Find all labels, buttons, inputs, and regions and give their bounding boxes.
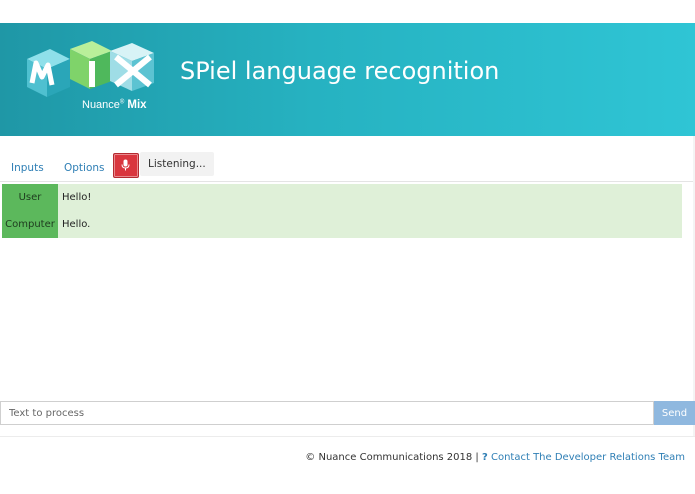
brand-name: Nuance [82,99,120,111]
footer-divider [0,436,695,437]
text-input-group: Send [0,401,695,425]
footer: © Nuance Communications 2018 | ? Contact… [305,452,685,463]
tab-inputs[interactable]: Inputs [11,162,44,174]
speaker-label: User [2,184,58,211]
conversation-row: User Hello! [2,184,682,211]
microphone-button[interactable] [113,153,139,178]
tab-divider [0,181,695,182]
speaker-label: Computer [2,211,58,238]
tab-bar: Inputs Options [0,150,695,182]
conversation-log: User Hello! Computer Hello. [2,184,682,238]
page-title: SPiel language recognition [180,57,500,85]
message-text: Hello! [62,192,92,203]
copyright-text: © Nuance Communications 2018 | [305,452,479,463]
brand-mark: ® [119,99,125,106]
contact-link[interactable]: Contact The Developer Relations Team [491,452,685,463]
send-button[interactable]: Send [654,401,695,425]
help-icon: ? [481,452,488,463]
header-banner: Nuance® Mix SPiel language recognition [0,23,695,136]
conversation-row: Computer Hello. [2,211,682,238]
brand-text: Nuance® Mix [82,99,147,111]
text-to-process-input[interactable] [0,401,654,425]
listening-status: Listening... [140,152,214,176]
brand-product: Mix [127,99,147,111]
microphone-icon [121,159,130,171]
tab-options[interactable]: Options [64,162,105,174]
message-text: Hello. [62,219,91,230]
